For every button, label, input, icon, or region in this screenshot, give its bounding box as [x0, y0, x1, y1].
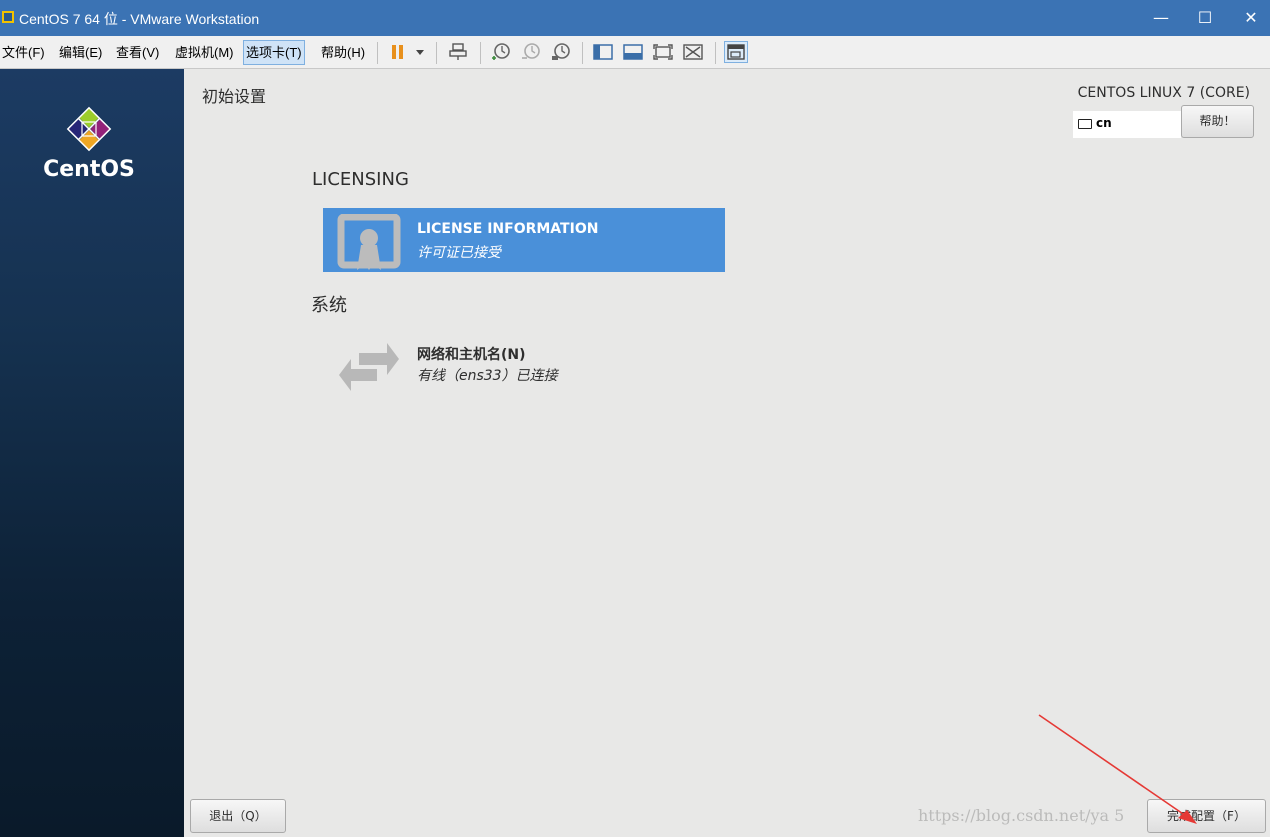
thumbnail-view-icon[interactable]: [724, 41, 748, 63]
menu-vm[interactable]: 虚拟机(M): [173, 40, 236, 65]
menu-file[interactable]: 文件(F): [0, 40, 47, 65]
csdn-watermark: https://blog.csdn.net/ya 5: [918, 806, 1125, 825]
library-icon[interactable]: [591, 41, 615, 63]
pause-icon[interactable]: [386, 41, 410, 63]
license-information-spoke[interactable]: LICENSE INFORMATION 许可证已接受: [323, 208, 725, 272]
menu-toolbar: 文件(F) 编辑(E) 查看(V) 虚拟机(M) 选项卡(T) 帮助(H): [0, 36, 1270, 69]
console-view-icon[interactable]: [621, 41, 645, 63]
fullscreen-icon[interactable]: [651, 41, 675, 63]
unity-icon[interactable]: [681, 41, 705, 63]
toolbar-separator: [377, 42, 378, 64]
snapshot-manager-icon[interactable]: [549, 41, 573, 63]
vmware-app-icon: [2, 11, 14, 23]
toolbar-separator: [715, 42, 716, 64]
quit-button[interactable]: 退出（Q）: [190, 799, 286, 833]
initial-setup-hub: 初始设置 CENTOS LINUX 7 (CORE) cn 帮助！ LICENS…: [184, 69, 1270, 837]
toolbar-separator: [480, 42, 481, 64]
centos-logo-text: CentOS: [43, 157, 135, 182]
network-spoke-title: 网络和主机名(N): [417, 347, 526, 363]
system-heading: 系统: [311, 295, 347, 316]
snapshot-take-icon[interactable]: [489, 41, 513, 63]
finish-configuration-button[interactable]: 完成配置（F）: [1147, 799, 1266, 833]
window-title: CentOS 7 64 位 - VMware Workstation: [19, 11, 260, 27]
licensing-heading: LICENSING: [312, 169, 409, 190]
keyboard-layout-indicator[interactable]: cn: [1073, 111, 1181, 138]
maximize-button[interactable]: ☐: [1182, 0, 1228, 36]
license-certificate-icon: [337, 213, 401, 270]
network-arrows-icon: [337, 337, 401, 393]
product-name: CENTOS LINUX 7 (CORE): [1077, 85, 1250, 101]
help-button[interactable]: 帮助！: [1181, 105, 1254, 138]
menu-help[interactable]: 帮助(H): [319, 40, 367, 65]
anaconda-sidebar: CentOS: [0, 69, 184, 837]
send-ctrl-alt-del-icon[interactable]: [446, 41, 470, 63]
license-spoke-title: LICENSE INFORMATION: [417, 221, 599, 237]
minimize-button[interactable]: —: [1138, 0, 1184, 36]
menu-tabs[interactable]: 选项卡(T): [243, 40, 305, 65]
toolbar-separator: [582, 42, 583, 64]
keyboard-layout-label: cn: [1096, 116, 1112, 130]
network-spoke-status: 有线（ens33）已连接: [417, 368, 558, 384]
toolbar-separator: [436, 42, 437, 64]
page-title: 初始设置: [202, 87, 267, 106]
centos-logo-icon: [66, 106, 112, 152]
close-button[interactable]: ✕: [1228, 0, 1270, 36]
window-titlebar: CentOS 7 64 位 - VMware Workstation — ☐ ✕: [0, 0, 1270, 36]
menu-edit[interactable]: 编辑(E): [57, 40, 104, 65]
license-spoke-status: 许可证已接受: [417, 245, 501, 261]
network-hostname-spoke[interactable]: 网络和主机名(N) 有线（ens33）已连接: [323, 331, 725, 395]
snapshot-revert-icon[interactable]: [519, 41, 543, 63]
keyboard-icon: [1078, 119, 1092, 129]
menu-view[interactable]: 查看(V): [114, 40, 161, 65]
dropdown-arrow-icon[interactable]: [408, 41, 432, 63]
